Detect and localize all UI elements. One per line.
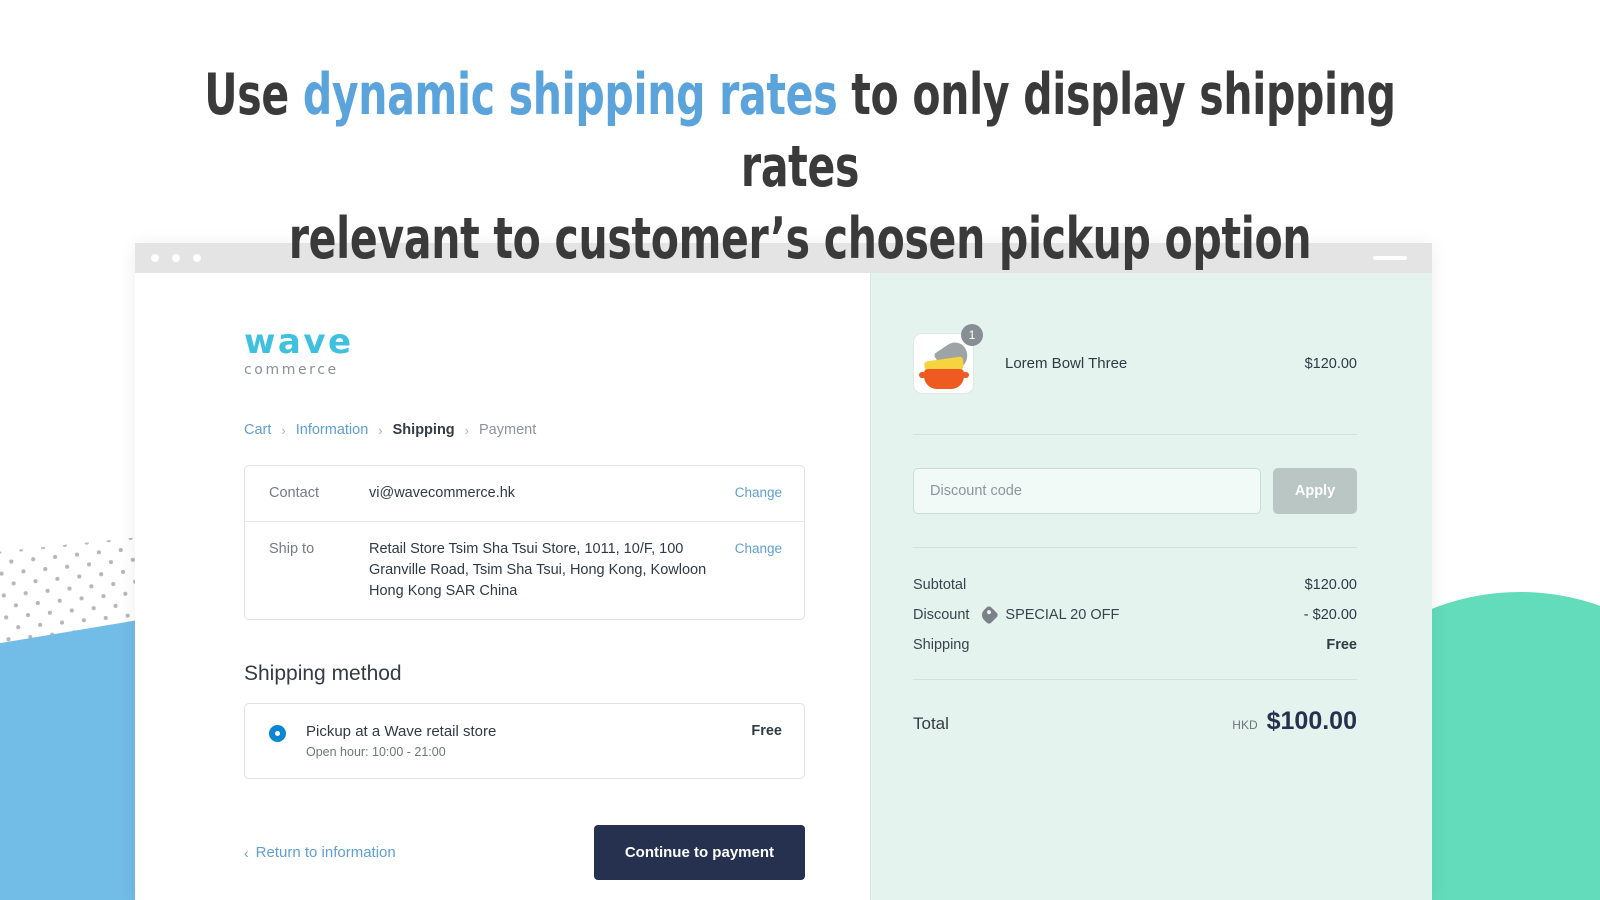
continue-to-payment-button[interactable]: Continue to payment bbox=[593, 825, 805, 881]
subtotal-label: Subtotal bbox=[913, 577, 967, 593]
quantity-badge: 1 bbox=[961, 324, 983, 346]
headline-part1: Use bbox=[204, 62, 303, 128]
logo-subtitle: commerce bbox=[244, 362, 339, 378]
shipping-method-name: Pickup at a Wave retail store bbox=[306, 723, 497, 741]
discount-label: Discount bbox=[913, 607, 970, 623]
chevron-left-icon: ‹ bbox=[244, 844, 249, 861]
discount-tag-icon bbox=[979, 605, 1000, 625]
shipping-method-option[interactable]: Pickup at a Wave retail store Open hour:… bbox=[244, 703, 805, 780]
currency-code: HKD bbox=[1232, 718, 1258, 732]
headline-line2: relevant to customer’s chosen pickup opt… bbox=[288, 205, 1312, 272]
grand-total-label: Total bbox=[913, 714, 949, 733]
breadcrumb-item-information[interactable]: Information bbox=[296, 422, 369, 438]
window-close-dot-icon[interactable] bbox=[151, 254, 159, 262]
shipping-method-price: Free bbox=[751, 723, 782, 740]
totals-list: Subtotal $120.00 Discount SPECIAL 20 OFF… bbox=[913, 548, 1357, 680]
window-content: wave commerce Cart › Information › Shipp… bbox=[135, 273, 1432, 900]
checkout-actions: ‹ Return to information Continue to paym… bbox=[244, 825, 805, 881]
shipping-method-text: Pickup at a Wave retail store Open hour:… bbox=[306, 723, 751, 759]
breadcrumb-separator-icon: › bbox=[281, 422, 286, 438]
wave-commerce-logo: wave commerce bbox=[244, 325, 870, 378]
contact-row: Contact vi@wavecommerce.hk Change bbox=[245, 466, 804, 521]
discount-value: - $20.00 bbox=[1303, 607, 1357, 623]
checkout-pane: wave commerce Cart › Information › Shipp… bbox=[135, 273, 870, 900]
order-line-item: 1 Lorem Bowl Three $120.00 bbox=[913, 324, 1357, 435]
headline-part2: to only display shipping rates bbox=[740, 62, 1396, 200]
discount-code-input[interactable] bbox=[913, 468, 1261, 514]
shipping-value: Free bbox=[1326, 637, 1357, 653]
shipping-method-hours: Open hour: 10:00 - 21:00 bbox=[306, 745, 446, 760]
shipping-method-title: Shipping method bbox=[244, 662, 402, 686]
shipping-label: Shipping bbox=[913, 637, 970, 653]
grand-total-row: Total HKD $100.00 bbox=[913, 680, 1357, 736]
breadcrumb-separator-icon: › bbox=[464, 422, 469, 438]
ship-to-label: Ship to bbox=[269, 541, 315, 558]
subtotal-row: Subtotal $120.00 bbox=[913, 577, 1357, 593]
contact-change-link[interactable]: Change bbox=[735, 483, 782, 504]
breadcrumb-item-payment: Payment bbox=[479, 422, 537, 438]
breadcrumb-item-cart[interactable]: Cart bbox=[244, 422, 271, 438]
breadcrumb-item-shipping[interactable]: Shipping bbox=[393, 422, 455, 438]
radio-selected-icon[interactable] bbox=[269, 725, 286, 743]
customer-info-box: Contact vi@wavecommerce.hk Change Ship t… bbox=[244, 465, 805, 621]
product-thumbnail-wrap: 1 bbox=[913, 324, 983, 394]
browser-window: wave commerce Cart › Information › Shipp… bbox=[135, 243, 1432, 900]
product-price: $120.00 bbox=[1304, 355, 1357, 372]
shipping-total-row: Shipping Free bbox=[913, 637, 1357, 653]
ship-to-value: Retail Store Tsim Sha Tsui Store, 1011, … bbox=[369, 541, 707, 600]
discount-code-applied: SPECIAL 20 OFF bbox=[1005, 607, 1120, 623]
product-name: Lorem Bowl Three bbox=[1005, 355, 1128, 372]
grand-total-amount-wrap: HKD $100.00 bbox=[1232, 707, 1357, 736]
ship-to-row: Ship to Retail Store Tsim Sha Tsui Store… bbox=[245, 521, 804, 619]
ship-to-change-link[interactable]: Change bbox=[735, 539, 782, 602]
logo-wordmark: wave bbox=[244, 322, 354, 362]
return-to-information-link[interactable]: ‹ Return to information bbox=[244, 844, 396, 861]
contact-label: Contact bbox=[269, 485, 319, 501]
return-link-label: Return to information bbox=[255, 844, 396, 862]
discount-row: Apply bbox=[913, 435, 1357, 548]
bowl-red-shape bbox=[919, 369, 969, 389]
discount-total-row: Discount SPECIAL 20 OFF - $20.00 bbox=[913, 605, 1357, 625]
order-summary-pane: 1 Lorem Bowl Three $120.00 Apply Subtota… bbox=[870, 273, 1432, 900]
page-headline: Use dynamic shipping rates to only displ… bbox=[160, 60, 1440, 275]
headline-accent: dynamic shipping rates bbox=[302, 62, 838, 128]
grand-total-amount: $100.00 bbox=[1266, 707, 1357, 735]
apply-discount-button[interactable]: Apply bbox=[1273, 468, 1357, 514]
breadcrumb-separator-icon: › bbox=[378, 422, 383, 438]
subtotal-value: $120.00 bbox=[1304, 577, 1357, 593]
contact-value: vi@wavecommerce.hk bbox=[369, 485, 516, 501]
breadcrumb: Cart › Information › Shipping › Payment bbox=[244, 422, 870, 438]
